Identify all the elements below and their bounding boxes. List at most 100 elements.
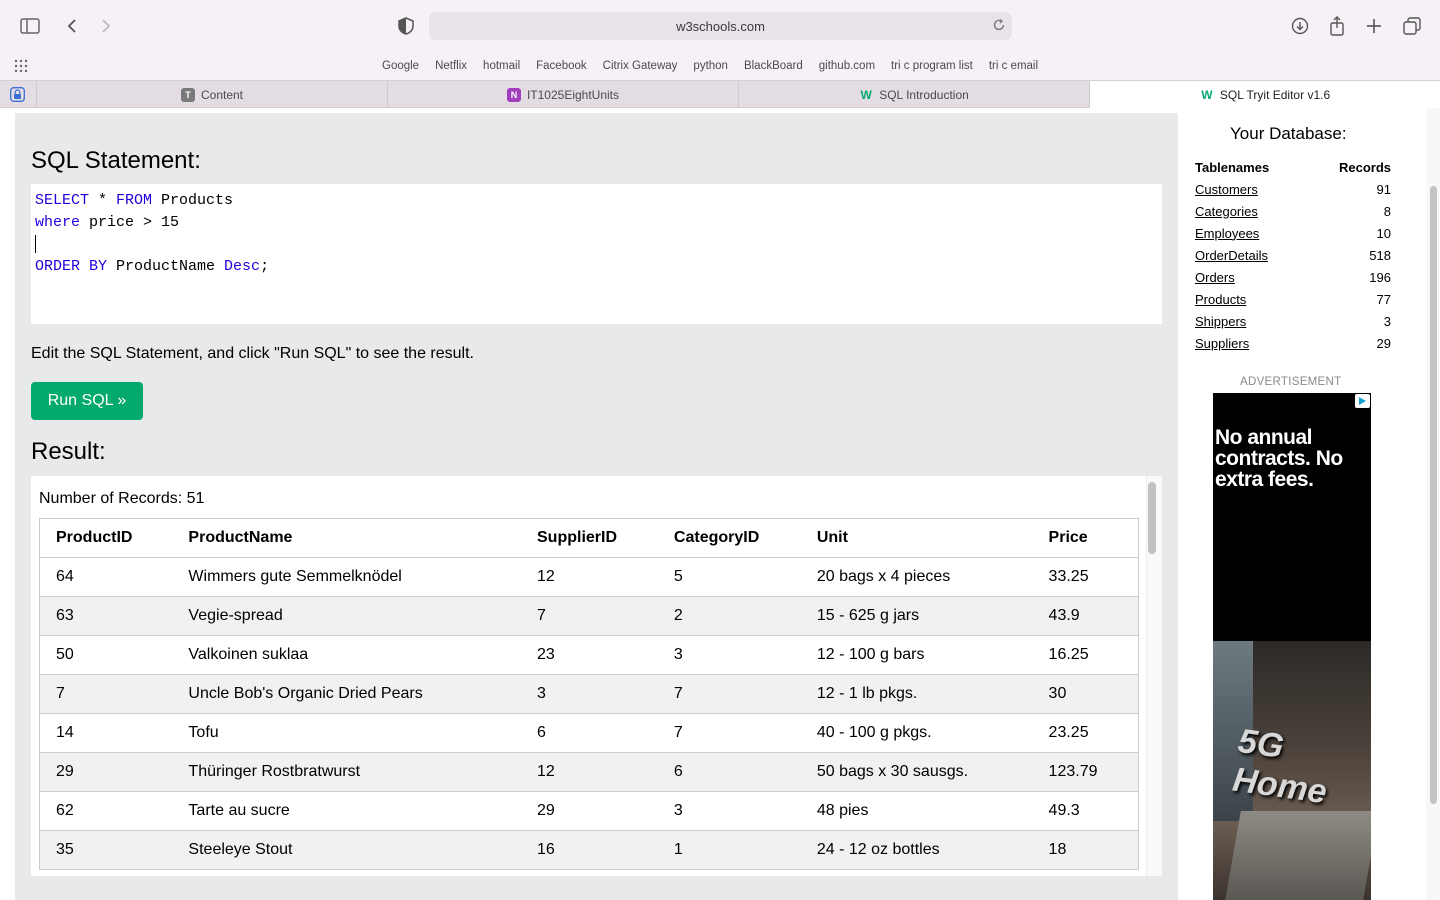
table-cell: 43.9 [1032,596,1139,636]
table-cell: 1 [657,830,801,870]
bookmark-tri-c-email[interactable]: tri c email [989,60,1038,72]
bookmark-netflix[interactable]: Netflix [435,60,467,72]
table-link-suppliers[interactable]: Suppliers [1195,336,1249,351]
table-cell: 33.25 [1032,557,1139,597]
apps-grid-icon[interactable] [14,59,28,78]
record-count-value: 10 [1376,225,1391,241]
db-header-row: Tablenames Records [1195,156,1391,178]
onenote-favicon-icon: N [506,87,521,102]
run-sql-button[interactable]: Run SQL » [31,382,143,420]
table-row: 35 Steeleye Stout 16 1 24 - 12 oz bottles 18 [39,830,1139,870]
reload-icon[interactable] [992,18,1006,35]
table-cell: 24 - 12 oz bottles [800,830,1033,870]
tab-it1025[interactable]: N IT1025EightUnits [387,81,738,108]
table-link-employees[interactable]: Employees [1195,226,1259,241]
table-link-orders[interactable]: Orders [1195,270,1235,285]
sql-statement-heading: SQL Statement: [31,147,201,174]
record-count: Number of Records: 51 [39,490,205,507]
column-header: ProductName [172,518,521,558]
sidebar-toggle-icon[interactable] [16,13,44,39]
table-cell: 3 [521,674,658,714]
table-cell: Thüringer Rostbratwurst [172,752,521,792]
table-cell: 3 [657,791,801,831]
address-bar[interactable]: w3schools.com [429,12,1012,40]
forward-icon[interactable] [92,13,120,39]
tab-label: SQL Introduction [879,87,969,102]
records-header: Records [1338,159,1391,175]
browser-toolbar: w3schools.com [0,0,1440,52]
address-text: w3schools.com [676,18,765,34]
sql-line-1: SELECT * FROM Products [35,190,1158,212]
sql-editor[interactable]: SELECT * FROM Products where price > 15 … [31,184,1162,324]
table-link-orderdetails[interactable]: OrderDetails [1195,248,1268,263]
db-row: Customers 91 [1195,178,1391,200]
table-cell: Uncle Bob's Organic Dried Pears [172,674,521,714]
record-count-value: 29 [1376,335,1391,351]
table-cell: 15 - 625 g jars [800,596,1033,636]
table-cell: 12 [521,557,658,597]
bookmark-hotmail[interactable]: hotmail [483,60,520,72]
bookmark-google[interactable]: Google [382,60,419,72]
tab-bar: T Content N IT1025EightUnits W SQL Intro… [0,80,1440,108]
table-link-products[interactable]: Products [1195,292,1246,307]
table-cell: 7 [657,674,801,714]
table-row: 63 Vegie-spread 7 2 15 - 625 g jars 43.9 [39,596,1139,636]
column-header: SupplierID [521,518,658,558]
table-cell: 23.25 [1032,713,1139,753]
table-cell: 40 - 100 g pkgs. [800,713,1033,753]
table-cell: 64 [39,557,173,597]
table-cell: 6 [657,752,801,792]
bookmark-blackboard[interactable]: BlackBoard [744,60,803,72]
share-icon[interactable] [1323,13,1351,39]
tab-sql-tryit-editor[interactable]: W SQL Tryit Editor v1.6 [1089,81,1440,108]
table-cell: 7 [39,674,173,714]
table-cell: 29 [521,791,658,831]
table-link-shippers[interactable]: Shippers [1195,314,1246,329]
result-scrollbar[interactable] [1146,476,1162,876]
table-cell: Wimmers gute Semmelknödel [172,557,521,597]
bookmark-python[interactable]: python [693,60,728,72]
download-icon[interactable] [1286,13,1314,39]
privacy-shield-icon[interactable] [392,13,420,39]
sql-text: ; [260,258,270,275]
table-cell: Valkoinen suklaa [172,635,521,675]
result-panel[interactable]: Number of Records: 51 ProductID ProductN… [31,476,1162,876]
advertisement-banner[interactable]: No annual contracts. No extra fees. 5G H… [1213,393,1371,900]
bookmarks-bar: Google Netflix hotmail Facebook Citrix G… [0,52,1440,80]
tab-label: SQL Tryit Editor v1.6 [1219,87,1331,102]
table-link-customers[interactable]: Customers [1195,182,1258,197]
table-cell: 12 - 1 lb pkgs. [800,674,1033,714]
tab-content[interactable]: T Content [36,81,387,108]
back-icon[interactable] [58,13,86,39]
bookmark-citrix-gateway[interactable]: Citrix Gateway [603,60,678,72]
new-tab-icon[interactable] [1360,13,1388,39]
result-scrollbar-thumb[interactable] [1148,482,1156,554]
text-caret [35,235,36,254]
page-scrollbar[interactable] [1426,108,1440,900]
table-cell: Vegie-spread [172,596,521,636]
page-scrollbar-thumb[interactable] [1430,186,1437,804]
table-header-row: ProductID ProductName SupplierID Categor… [39,518,1139,558]
table-link-categories[interactable]: Categories [1195,204,1258,219]
sql-keyword: SELECT [35,192,90,209]
table-cell: 7 [521,596,658,636]
bookmark-facebook[interactable]: Facebook [536,60,587,72]
tab-overview-icon[interactable] [1398,13,1426,39]
table-cell: 12 [521,752,658,792]
result-heading: Result: [31,438,106,465]
table-cell: 49.3 [1032,791,1139,831]
table-cell: Tarte au sucre [172,791,521,831]
database-title: Your Database: [1230,124,1347,143]
w3schools-favicon-icon: W [860,87,872,102]
table-row: 7 Uncle Bob's Organic Dried Pears 3 7 12 - 1… [39,674,1139,714]
bookmark-github[interactable]: github.com [819,60,875,72]
table-cell: 3 [657,635,801,675]
ad-choices-icon[interactable] [1355,394,1370,408]
ad-rug-image [1225,811,1371,900]
sql-keyword: Desc [224,258,261,275]
tab-group-lock-icon[interactable] [10,87,25,107]
sql-line-2: where price > 15 [35,212,1158,234]
table-row: 62 Tarte au sucre 29 3 48 pies 49.3 [39,791,1139,831]
tab-sql-introduction[interactable]: W SQL Introduction [738,81,1089,108]
bookmark-tri-c-program-list[interactable]: tri c program list [891,60,973,72]
